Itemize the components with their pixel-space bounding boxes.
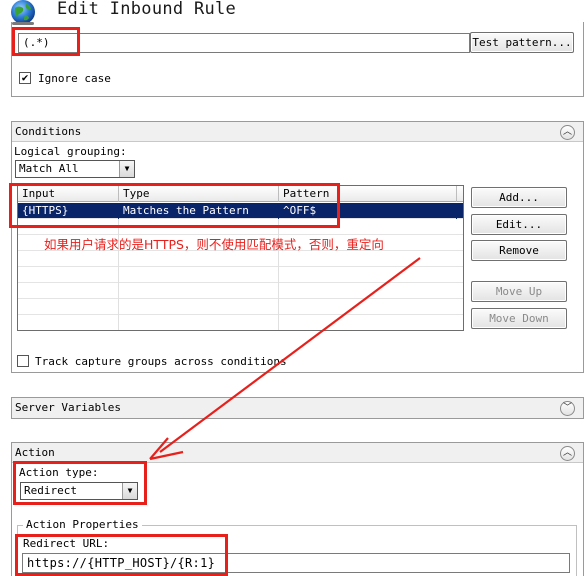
annotation-arrow — [149, 257, 421, 461]
